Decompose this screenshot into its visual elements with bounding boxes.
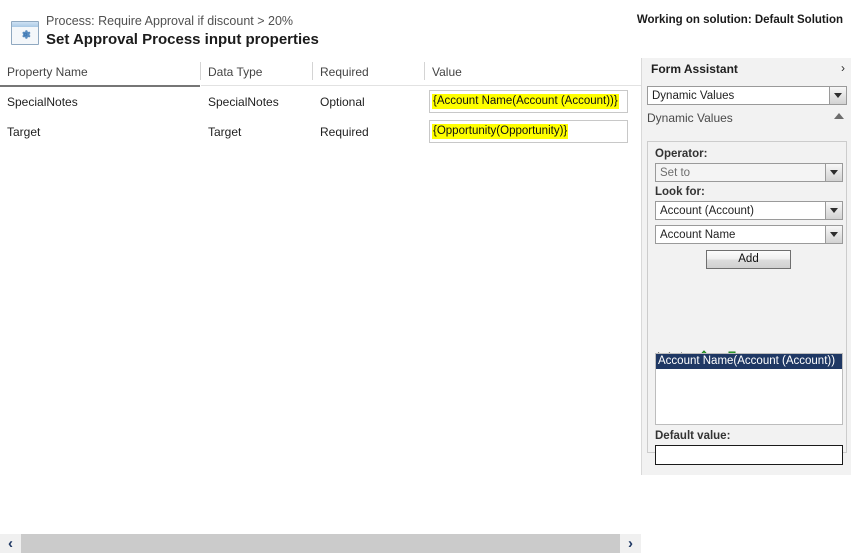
default-value-input[interactable] — [655, 445, 843, 465]
chevron-left-icon[interactable]: ‹ — [0, 536, 21, 551]
value-input-target[interactable]: {Opportunity(Opportunity)} — [429, 120, 628, 143]
chevron-right-icon[interactable]: › — [841, 61, 845, 75]
cell-required: Optional — [320, 95, 365, 109]
cell-required: Required — [320, 125, 369, 139]
column-header-required[interactable]: Required — [313, 58, 424, 86]
icon-gear-glyph — [22, 30, 31, 39]
cell-data-type: Target — [208, 125, 242, 139]
cell-property-name: Target — [7, 125, 41, 139]
header-rule — [201, 85, 641, 86]
operator-value: Set to — [660, 167, 691, 179]
look-for-field-select[interactable]: Account Name — [655, 225, 843, 244]
properties-grid: Property Name Data Type Required Value S… — [0, 58, 641, 526]
look-for-entity-value: Account (Account) — [660, 205, 754, 217]
column-header-value[interactable]: Value — [425, 58, 635, 86]
chevron-down-icon[interactable] — [829, 87, 846, 104]
page-title: Set Approval Process input properties — [46, 31, 319, 48]
dynamic-values-group: Operator: Set to Look for: Account (Acco… — [647, 141, 847, 501]
sorted-column-indicator — [0, 85, 200, 87]
assistant-mode-select[interactable]: Dynamic Values — [647, 86, 847, 105]
look-for-field-value: Account Name — [660, 229, 736, 241]
form-assistant-title: Form Assistant — [651, 62, 738, 76]
assistant-mode-value: Dynamic Values — [652, 90, 735, 102]
cell-data-type: SpecialNotes — [208, 95, 279, 109]
page-header: Process: Require Approval if discount > … — [0, 0, 851, 58]
dynamic-values-section-label: Dynamic Values — [647, 111, 733, 125]
content-spacer — [0, 526, 641, 534]
solution-status-label: Working on solution: Default Solution — [636, 14, 843, 26]
column-header-property-name[interactable]: Property Name — [0, 58, 200, 86]
operator-label: Operator: — [655, 148, 708, 160]
table-row[interactable]: SpecialNotes SpecialNotes Optional {Acco… — [0, 88, 641, 116]
column-header-data-type[interactable]: Data Type — [201, 58, 312, 86]
value-token-text: {Opportunity(Opportunity)} — [432, 124, 569, 139]
process-breadcrumb: Process: Require Approval if discount > … — [46, 14, 294, 28]
scroll-thumb[interactable] — [21, 534, 620, 553]
grid-header-row: Property Name Data Type Required Value — [0, 58, 641, 87]
list-item[interactable]: Account Name(Account (Account)) — [656, 354, 842, 369]
chevron-right-icon[interactable]: › — [620, 536, 641, 551]
cell-property-name: SpecialNotes — [7, 95, 78, 109]
panel-bottom-fill — [641, 475, 851, 553]
table-row[interactable]: Target Target Required {Opportunity(Oppo… — [0, 118, 641, 146]
operator-select[interactable]: Set to — [655, 163, 843, 182]
look-for-entity-select[interactable]: Account (Account) — [655, 201, 843, 220]
value-token-text: {Account Name(Account (Account))} — [432, 94, 619, 109]
chevron-down-icon[interactable] — [825, 202, 842, 219]
value-input-specialnotes[interactable]: {Account Name(Account (Account))} — [429, 90, 628, 113]
chevron-up-icon[interactable] — [834, 113, 844, 119]
add-button[interactable]: Add — [706, 250, 791, 269]
icon-window-titlebar — [12, 22, 38, 27]
process-gear-window-icon — [11, 21, 39, 45]
look-for-label: Look for: — [655, 186, 705, 198]
chevron-down-icon[interactable] — [825, 226, 842, 243]
page-horizontal-scrollbar[interactable]: ‹ › — [0, 534, 641, 553]
chevron-down-icon[interactable] — [825, 164, 842, 181]
form-assistant-header: Form Assistant › — [642, 58, 851, 82]
dynamic-values-listbox[interactable]: Account Name(Account (Account)) — [655, 353, 843, 425]
form-assistant-panel: Form Assistant › Dynamic Values Dynamic … — [641, 58, 851, 526]
default-value-label: Default value: — [655, 430, 731, 442]
